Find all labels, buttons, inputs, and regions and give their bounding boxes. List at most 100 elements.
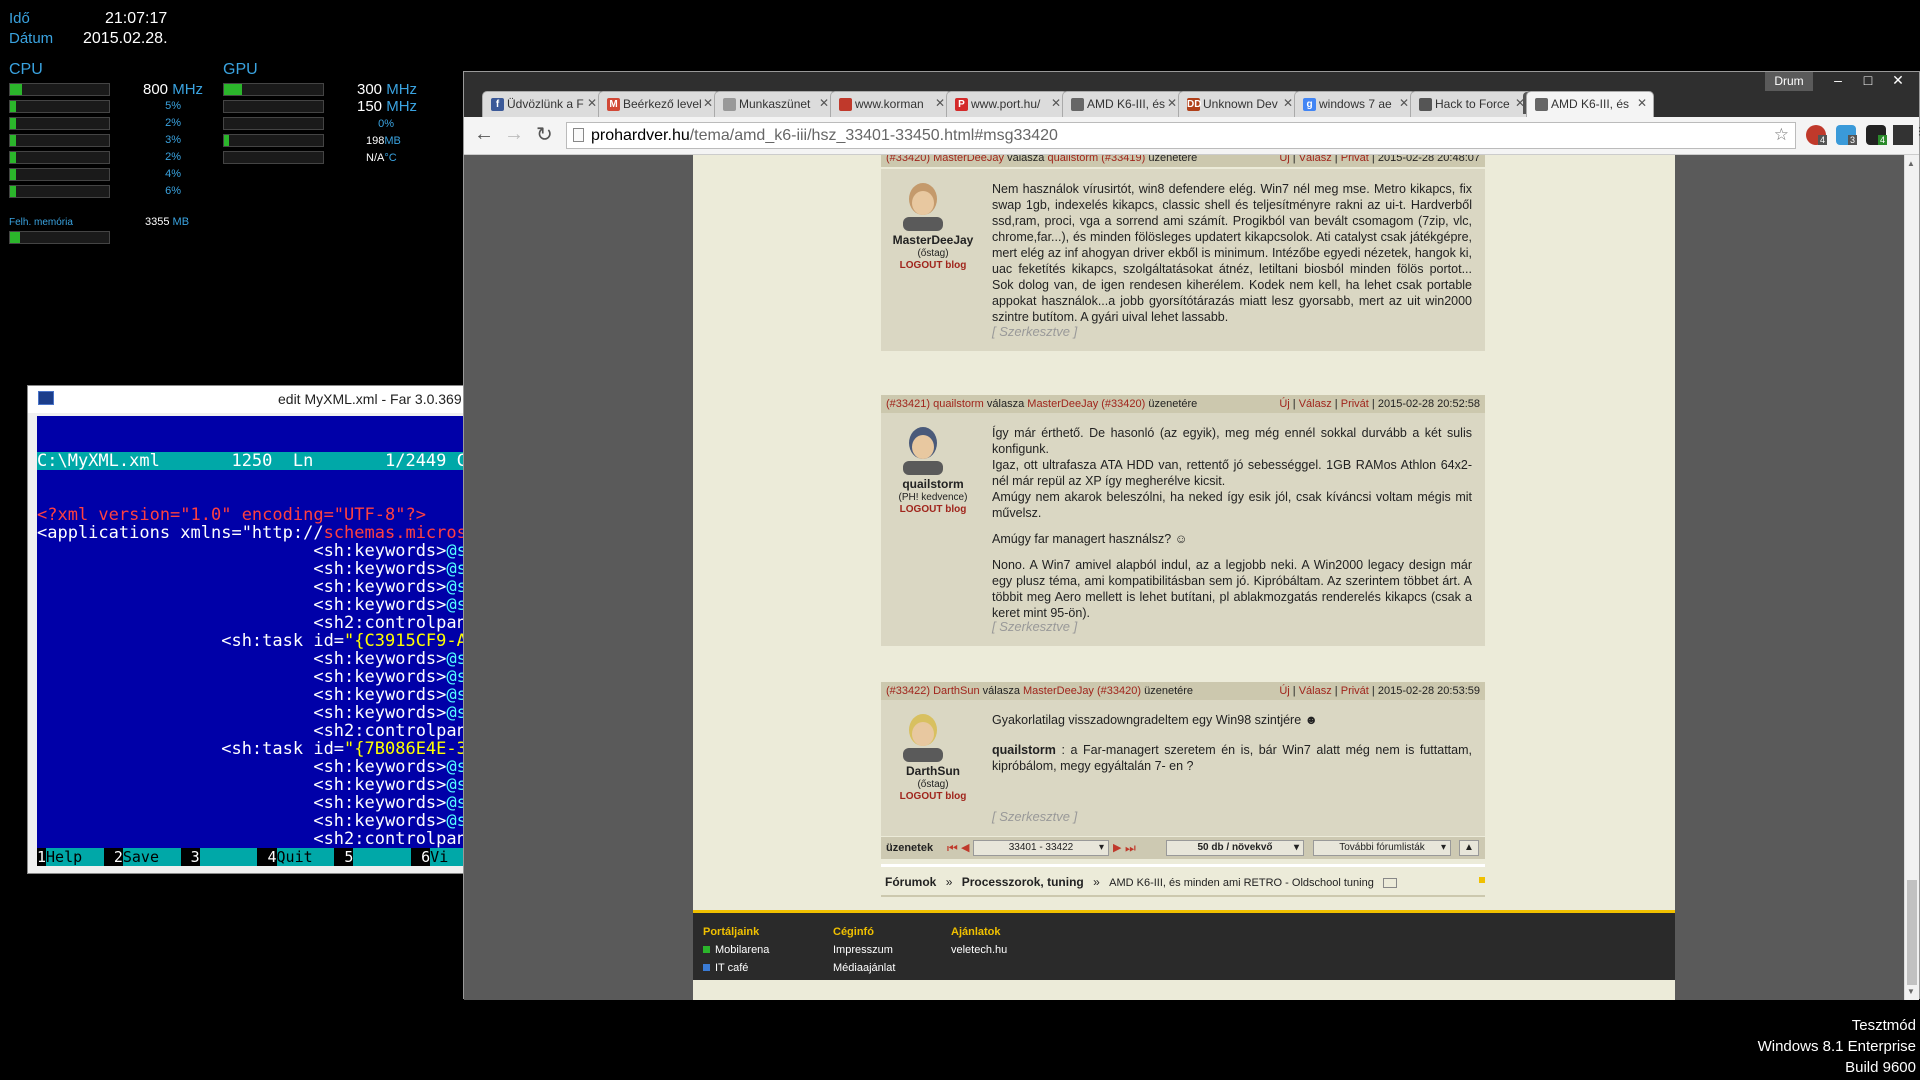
- tab-close-icon[interactable]: ✕: [819, 96, 829, 110]
- footer-link[interactable]: Impresszum: [833, 941, 895, 959]
- user-links[interactable]: LOGOUT blog: [881, 504, 985, 515]
- footer-link[interactable]: IT café: [703, 959, 769, 977]
- tab-1[interactable]: M Beérkező level ✕: [598, 91, 720, 117]
- tab-8[interactable]: Hack to Force ✕: [1410, 91, 1532, 117]
- tab-close-icon[interactable]: ✕: [935, 96, 945, 110]
- edited-link[interactable]: [ Szerkesztve ]: [992, 809, 1077, 824]
- user-links[interactable]: LOGOUT blog: [881, 791, 985, 802]
- cpu-main-bar: [9, 83, 110, 96]
- last-page-icon[interactable]: ⏭: [1125, 841, 1136, 856]
- tab-5[interactable]: AMD K6-III, és ✕: [1062, 91, 1184, 117]
- d-extension-icon[interactable]: 4: [1866, 125, 1888, 145]
- post-number[interactable]: (#33422): [886, 685, 930, 697]
- far-key-5[interactable]: 5: [344, 848, 412, 866]
- browser-window[interactable]: f Üdvözlünk a F ✕ M Beérkező level ✕ Munkaszün…: [463, 71, 1920, 1000]
- per-page-select[interactable]: 50 db / növekvő ▾: [1166, 840, 1304, 856]
- footer-link[interactable]: Médiaajánlat: [833, 959, 895, 977]
- cpu-core-bar: [9, 185, 110, 198]
- tab-7[interactable]: g windows 7 ae ✕: [1294, 91, 1416, 117]
- far-key-4[interactable]: 4Quit: [267, 848, 335, 866]
- tab-close-icon[interactable]: ✕: [703, 96, 713, 110]
- user-avatar[interactable]: [895, 179, 951, 231]
- forward-icon[interactable]: →: [504, 123, 524, 146]
- edited-link[interactable]: [ Szerkesztve ]: [992, 324, 1077, 339]
- profile-button[interactable]: Drum: [1765, 72, 1813, 91]
- post-username[interactable]: MasterDeeJay: [881, 233, 985, 247]
- mention-user[interactable]: quailstorm: [992, 743, 1056, 757]
- panel-extension-icon[interactable]: [1893, 125, 1913, 145]
- scrollbar-thumb[interactable]: [1907, 880, 1917, 985]
- first-page-icon[interactable]: ⏮: [947, 841, 958, 856]
- post-number[interactable]: (#33421): [886, 398, 930, 410]
- next-page-icon[interactable]: ▶: [1113, 841, 1121, 854]
- tab-3[interactable]: www.korman ✕: [830, 91, 952, 117]
- footer-link[interactable]: veletech.hu: [951, 941, 1007, 959]
- post-action-0[interactable]: Új: [1279, 398, 1289, 410]
- reply-to-user-link[interactable]: MasterDeeJay: [1023, 685, 1094, 697]
- reload-icon[interactable]: ↻: [536, 122, 553, 147]
- reply-to-user-link[interactable]: quailstorm: [1047, 155, 1098, 164]
- tab-close-icon[interactable]: ✕: [1399, 96, 1409, 110]
- post-username[interactable]: quailstorm: [881, 477, 985, 491]
- tab-close-icon[interactable]: ✕: [1283, 96, 1293, 110]
- post-action-1[interactable]: Válasz: [1299, 398, 1332, 410]
- post-username[interactable]: DarthSun: [881, 764, 985, 778]
- post-action-1[interactable]: Válasz: [1299, 155, 1332, 164]
- tab-close-icon[interactable]: ✕: [587, 96, 597, 110]
- back-icon[interactable]: ←: [474, 123, 494, 146]
- edited-link[interactable]: [ Szerkesztve ]: [992, 619, 1077, 634]
- far-editor-window[interactable]: edit MyXML.xml - Far 3.0.369 C:\MyXML.xm…: [27, 385, 488, 874]
- tab-9[interactable]: AMD K6-III, és ✕: [1526, 91, 1654, 117]
- far-key-1[interactable]: 1Help: [37, 848, 104, 866]
- far-editor-area[interactable]: C:\MyXML.xml 1250 Ln 1/2449 C <?xml vers…: [37, 416, 488, 866]
- post-action-0[interactable]: Új: [1279, 155, 1289, 164]
- post-author-link[interactable]: DarthSun: [933, 685, 979, 697]
- scroll-top-button[interactable]: ▲: [1459, 840, 1479, 856]
- post-action-0[interactable]: Új: [1279, 685, 1289, 697]
- tab-close-icon[interactable]: ✕: [1637, 96, 1647, 110]
- page-range-select[interactable]: 33401 - 33422 ▾: [973, 840, 1109, 856]
- footer-link[interactable]: Mobilarena: [703, 941, 769, 959]
- user-avatar[interactable]: [895, 710, 951, 762]
- reply-to-post-link[interactable]: (#33420): [1101, 398, 1145, 410]
- far-key-3[interactable]: 3: [190, 848, 258, 866]
- user-links[interactable]: LOGOUT blog: [881, 260, 985, 271]
- tab-6[interactable]: DD Unknown Dev ✕: [1178, 91, 1300, 117]
- tab-0[interactable]: f Üdvözlünk a F ✕: [482, 91, 604, 117]
- page-scrollbar[interactable]: ▲ ▼: [1904, 155, 1919, 1000]
- more-lists-select[interactable]: További fórumlisták ▾: [1313, 840, 1451, 856]
- reply-to-user-link[interactable]: MasterDeeJay: [1027, 398, 1098, 410]
- tab-close-icon[interactable]: ✕: [1167, 96, 1177, 110]
- mail-icon[interactable]: [1383, 877, 1398, 888]
- bookmark-star-icon[interactable]: ☆: [1774, 125, 1789, 145]
- reply-to-post-link[interactable]: (#33420): [1097, 685, 1141, 697]
- page-viewport[interactable]: (#33420) MasterDeeJay válasza quailstorm…: [464, 155, 1906, 1000]
- adblock-extension-icon[interactable]: 4: [1806, 125, 1828, 145]
- post-action-2[interactable]: Privát: [1341, 155, 1369, 164]
- post-number[interactable]: (#33420): [886, 155, 930, 164]
- post-author-link[interactable]: quailstorm: [933, 398, 984, 410]
- prev-page-icon[interactable]: ◀: [961, 841, 969, 854]
- breadcrumb-topic[interactable]: AMD K6-III, és minden ami RETRO - Oldsch…: [1109, 877, 1374, 889]
- reply-to-post-link[interactable]: (#33419): [1101, 155, 1145, 164]
- post-action-2[interactable]: Privát: [1341, 398, 1369, 410]
- far-key-2[interactable]: 2Save: [113, 848, 181, 866]
- post-author-link[interactable]: MasterDeeJay: [933, 155, 1004, 164]
- tab-2[interactable]: Munkaszünet ✕: [714, 91, 836, 117]
- breadcrumb-forums[interactable]: Fórumok: [885, 875, 936, 889]
- post-action-1[interactable]: Válasz: [1299, 685, 1332, 697]
- post-action-2[interactable]: Privát: [1341, 685, 1369, 697]
- far-titlebar[interactable]: edit MyXML.xml - Far 3.0.369: [28, 386, 486, 413]
- minimize-button[interactable]: –: [1823, 72, 1853, 92]
- tab-close-icon[interactable]: ✕: [1051, 96, 1061, 110]
- rss-icon[interactable]: [1479, 877, 1485, 883]
- ghostery-extension-icon[interactable]: 3: [1836, 125, 1858, 145]
- address-bar[interactable]: prohardver.hu/tema/amd_k6-iii/hsz_33401-…: [566, 122, 1796, 149]
- footer-offers: Ajánlatok veletech.hu: [951, 923, 1007, 959]
- user-avatar[interactable]: [895, 423, 951, 475]
- close-window-button[interactable]: ✕: [1883, 72, 1913, 92]
- tab-4[interactable]: Pwww.port.hu/ ✕: [946, 91, 1068, 117]
- divider: [881, 864, 1485, 867]
- maximize-button[interactable]: □: [1853, 72, 1883, 92]
- breadcrumb-category[interactable]: Processzorok, tuning: [962, 875, 1084, 889]
